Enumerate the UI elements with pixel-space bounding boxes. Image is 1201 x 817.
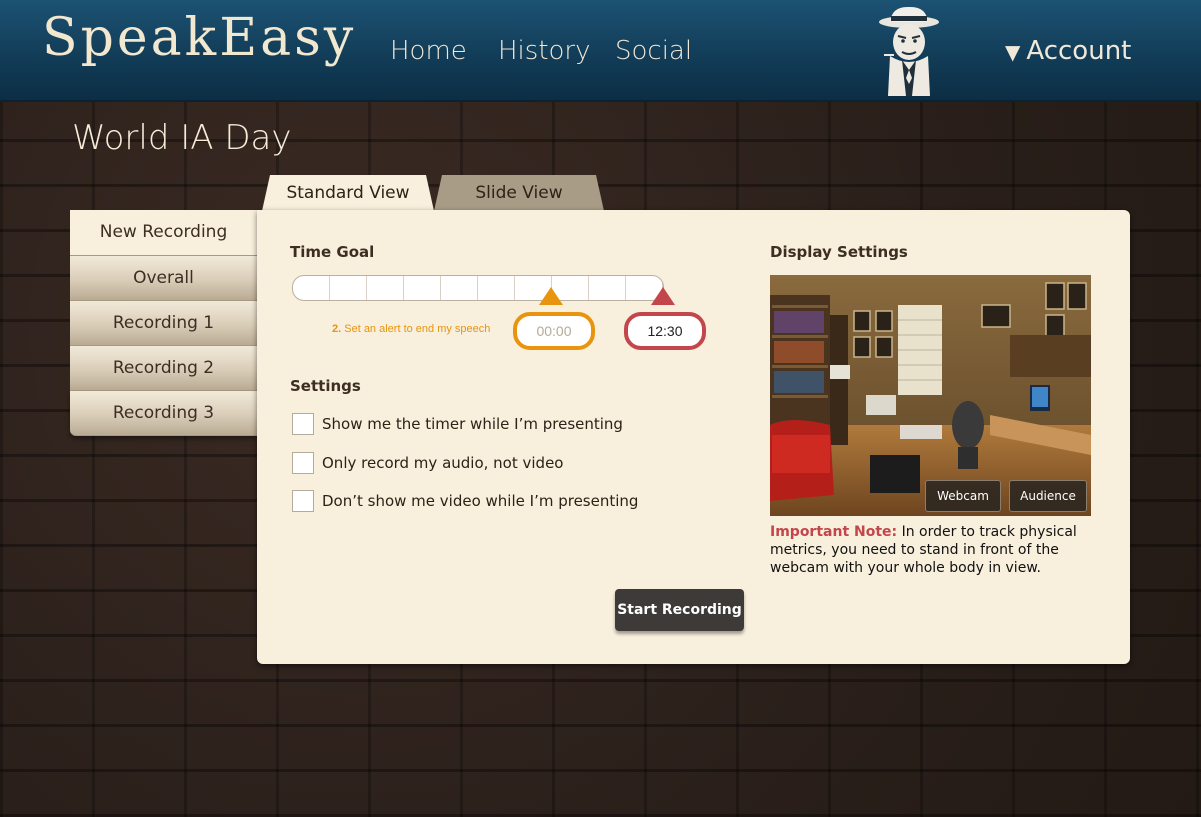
setting-hide-video[interactable]: Don’t show me video while I’m presenting bbox=[292, 490, 638, 512]
sidebar-item-recording-1[interactable]: Recording 1 bbox=[70, 301, 257, 346]
webcam-toggle-button[interactable]: Webcam bbox=[925, 480, 1001, 512]
end-time-input[interactable]: 12:30 bbox=[624, 312, 706, 350]
nav-home[interactable]: Home bbox=[390, 36, 467, 66]
checkbox[interactable] bbox=[292, 452, 314, 474]
end-marker-handle[interactable] bbox=[651, 287, 675, 305]
page-title: World IA Day bbox=[72, 118, 292, 158]
nav-history[interactable]: History bbox=[498, 36, 591, 66]
alert-hint: 2. Set an alert to end my speech bbox=[332, 323, 490, 335]
important-note-label: Important Note: bbox=[770, 524, 898, 540]
setting-audio-only[interactable]: Only record my audio, not video bbox=[292, 452, 563, 474]
checkbox[interactable] bbox=[292, 490, 314, 512]
setting-label: Show me the timer while I’m presenting bbox=[322, 415, 623, 433]
alert-marker-handle[interactable] bbox=[539, 287, 563, 305]
alert-hint-text: Set an alert to end my speech bbox=[344, 323, 491, 335]
tab-standard-view-label: Standard View bbox=[286, 183, 410, 203]
setting-label: Only record my audio, not video bbox=[322, 454, 564, 472]
tab-slide-view-label: Slide View bbox=[475, 183, 563, 203]
main-panel: Time Goal 2. Set an alert to end my spee… bbox=[257, 210, 1130, 664]
tab-slide-view[interactable]: Slide View bbox=[434, 175, 604, 211]
alert-time-input[interactable]: 00:00 bbox=[513, 312, 595, 350]
sidebar-item-new-recording[interactable]: New Recording bbox=[70, 210, 257, 256]
checkbox[interactable] bbox=[292, 413, 314, 435]
alert-hint-step: 2. bbox=[332, 323, 342, 335]
account-label: Account bbox=[1026, 36, 1132, 66]
time-goal-slider[interactable] bbox=[292, 275, 664, 301]
display-settings-title: Display Settings bbox=[770, 243, 908, 261]
recording-sidebar: New Recording Overall Recording 1 Record… bbox=[70, 210, 257, 436]
start-recording-button[interactable]: Start Recording bbox=[615, 589, 744, 631]
webcam-preview: Webcam Audience bbox=[770, 275, 1091, 516]
audience-toggle-button[interactable]: Audience bbox=[1009, 480, 1087, 512]
sidebar-item-recording-2[interactable]: Recording 2 bbox=[70, 346, 257, 391]
top-header: SpeakEasy Home History Social ▼ Account bbox=[0, 0, 1201, 102]
time-goal-title: Time Goal bbox=[290, 243, 375, 261]
gangster-mascot-icon bbox=[879, 6, 939, 96]
sidebar-item-recording-3[interactable]: Recording 3 bbox=[70, 391, 257, 436]
sidebar-item-overall[interactable]: Overall bbox=[70, 256, 257, 301]
important-note: Important Note: In order to track physic… bbox=[770, 523, 1110, 577]
setting-show-timer[interactable]: Show me the timer while I’m presenting bbox=[292, 413, 623, 435]
nav-social[interactable]: Social bbox=[615, 36, 692, 66]
setting-label: Don’t show me video while I’m presenting bbox=[322, 492, 639, 510]
tab-standard-view[interactable]: Standard View bbox=[262, 175, 434, 211]
settings-title: Settings bbox=[290, 377, 361, 395]
brand-logo[interactable]: SpeakEasy bbox=[42, 8, 356, 68]
triangle-down-icon: ▼ bbox=[1005, 40, 1021, 64]
account-menu[interactable]: ▼ Account bbox=[1005, 36, 1131, 66]
